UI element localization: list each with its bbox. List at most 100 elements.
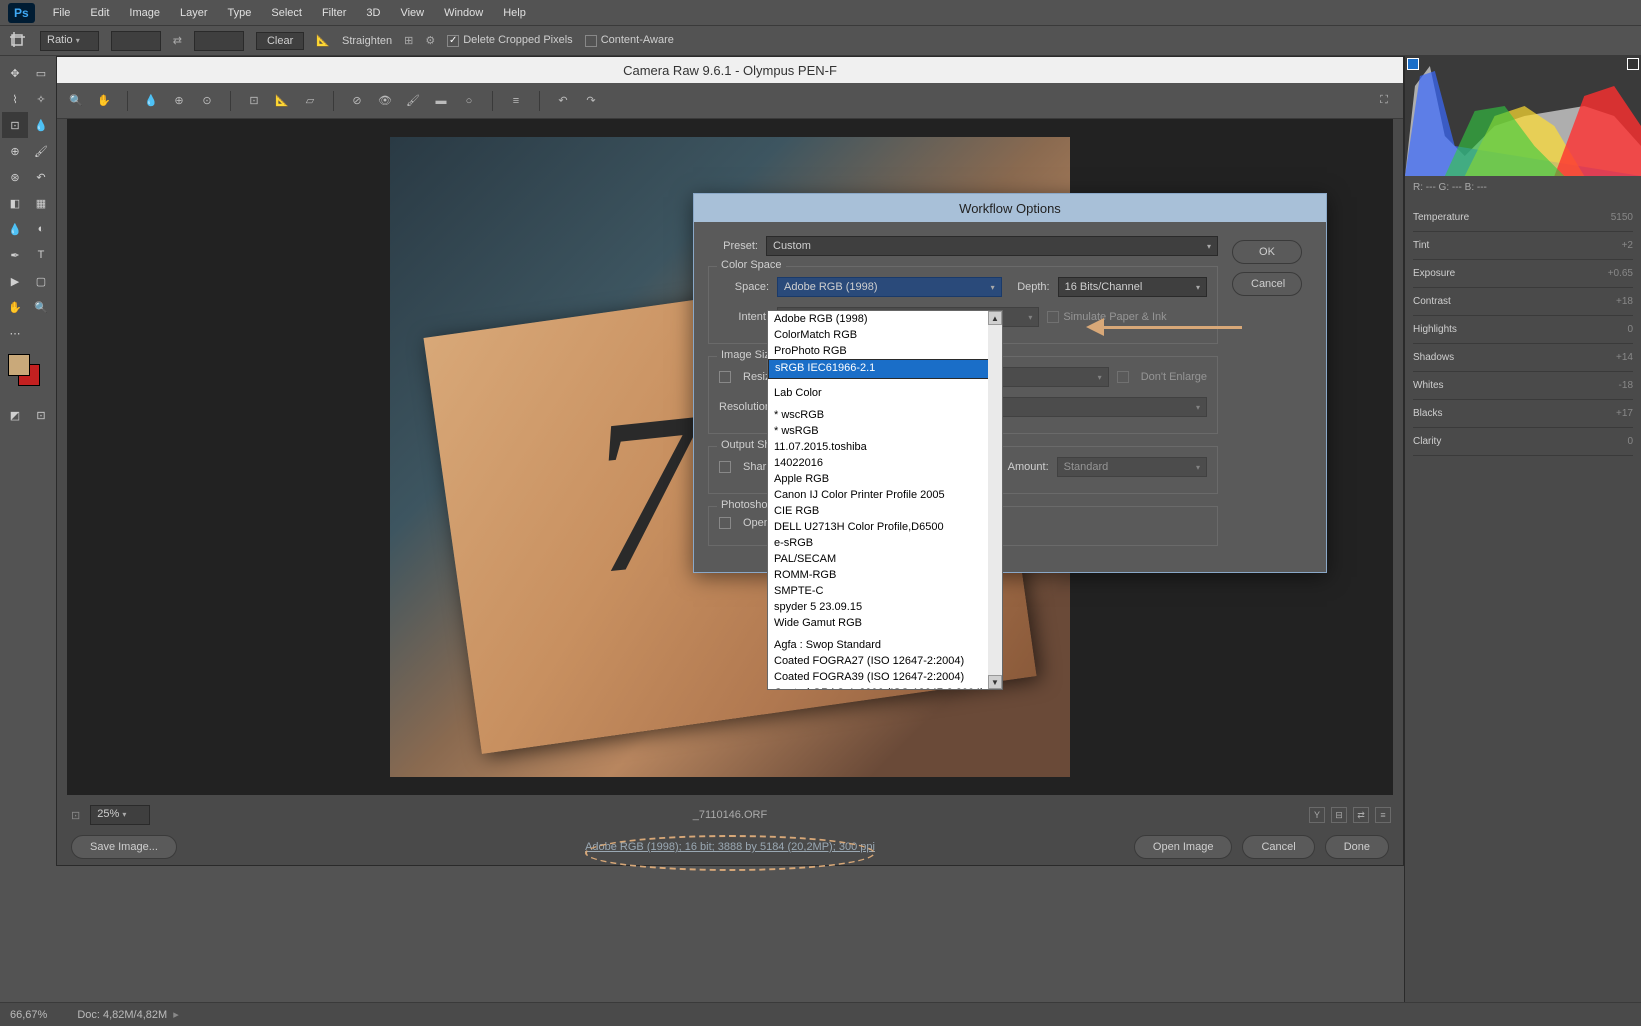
gear-icon[interactable]: ⚙ xyxy=(425,34,435,47)
grid-overlay-icon[interactable]: ⊞ xyxy=(404,34,413,47)
cr-whitebal-icon[interactable]: 💧 xyxy=(142,92,160,110)
status-zoom[interactable]: 66,67% xyxy=(10,1009,47,1021)
cr-adjbrush-icon[interactable]: 🖌 xyxy=(404,92,422,110)
scroll-up-icon[interactable]: ▲ xyxy=(988,311,1002,325)
menu-help[interactable]: Help xyxy=(493,3,536,23)
dd-item[interactable]: Apple RGB xyxy=(768,471,1002,487)
brush-tool[interactable]: 🖌 xyxy=(28,138,54,164)
menu-filter[interactable]: Filter xyxy=(312,3,356,23)
screen-mode-tool[interactable]: ⊡ xyxy=(28,402,54,428)
dd-item[interactable]: Coated FOGRA39 (ISO 12647-2:2004) xyxy=(768,669,1002,685)
done-button[interactable]: Done xyxy=(1325,835,1389,859)
clone-stamp-tool[interactable]: ⊛ xyxy=(2,164,28,190)
open-image-button[interactable]: Open Image xyxy=(1134,835,1233,859)
cr-crop-icon[interactable]: ⊡ xyxy=(245,92,263,110)
scroll-down-icon[interactable]: ▼ xyxy=(988,675,1002,689)
dd-item[interactable]: SMPTE-C xyxy=(768,583,1002,599)
cr-gradfilter-icon[interactable]: ▬ xyxy=(432,92,450,110)
dd-item[interactable]: Adobe RGB (1998) xyxy=(768,311,1002,327)
open-smart-checkbox[interactable] xyxy=(719,517,731,529)
dd-item[interactable]: CIE RGB xyxy=(768,503,1002,519)
dialog-cancel-button[interactable]: Cancel xyxy=(1232,272,1302,296)
slider-row[interactable]: Exposure+0.65 xyxy=(1413,260,1633,288)
edit-toolbar[interactable]: ⋯ xyxy=(2,320,28,346)
color-swatches[interactable] xyxy=(8,354,48,394)
status-chevron-icon[interactable]: ▸ xyxy=(173,1008,179,1021)
menu-layer[interactable]: Layer xyxy=(170,3,218,23)
shape-tool[interactable]: ▢ xyxy=(28,268,54,294)
preset-select[interactable]: Custom xyxy=(766,236,1218,256)
dd-item[interactable]: 11.07.2015.toshiba xyxy=(768,439,1002,455)
slider-row[interactable]: Temperature5150 xyxy=(1413,204,1633,232)
shadow-clip-icon[interactable] xyxy=(1407,58,1419,70)
straighten-icon[interactable]: 📐 xyxy=(316,34,330,47)
cr-ft-split-icon[interactable]: ⊟ xyxy=(1331,807,1347,823)
hand-tool[interactable]: ✋ xyxy=(2,294,28,320)
move-tool[interactable]: ✥ xyxy=(2,60,28,86)
highlight-clip-icon[interactable] xyxy=(1627,58,1639,70)
cr-cancel-button[interactable]: Cancel xyxy=(1242,835,1314,859)
cr-prefs-icon[interactable]: ≡ xyxy=(507,92,525,110)
eraser-tool[interactable]: ◧ xyxy=(2,190,28,216)
slider-row[interactable]: Whites-18 xyxy=(1413,372,1633,400)
dd-item[interactable]: * wsRGB xyxy=(768,423,1002,439)
save-image-button[interactable]: Save Image... xyxy=(71,835,177,859)
ratio-select[interactable]: Ratio xyxy=(40,31,99,51)
blur-tool[interactable]: 💧 xyxy=(2,216,28,242)
space-select[interactable]: Adobe RGB (1998) xyxy=(777,277,1002,297)
quickmask-tool[interactable]: ◩ xyxy=(2,402,28,428)
workflow-link[interactable]: Adobe RGB (1998); 16 bit; 3888 by 5184 (… xyxy=(585,841,875,853)
cr-redeye-icon[interactable]: 👁 xyxy=(376,92,394,110)
cr-radfilter-icon[interactable]: ○ xyxy=(460,92,478,110)
simulate-checkbox[interactable] xyxy=(1047,311,1059,323)
cr-hand-icon[interactable]: ✋ xyxy=(95,92,113,110)
slider-row[interactable]: Tint+2 xyxy=(1413,232,1633,260)
gradient-tool[interactable]: ▦ xyxy=(28,190,54,216)
cr-zoom-icon[interactable]: 🔍 xyxy=(67,92,85,110)
clear-button[interactable]: Clear xyxy=(256,32,304,50)
zoom-tool[interactable]: 🔍 xyxy=(28,294,54,320)
cr-fullscreen-icon[interactable]: ⛶ xyxy=(1375,92,1393,110)
slider-row[interactable]: Highlights0 xyxy=(1413,316,1633,344)
spot-heal-tool[interactable]: ⊕ xyxy=(2,138,28,164)
type-tool[interactable]: T xyxy=(28,242,54,268)
cr-ft-swap-icon[interactable]: ⇄ xyxy=(1353,807,1369,823)
slider-row[interactable]: Shadows+14 xyxy=(1413,344,1633,372)
slider-row[interactable]: Clarity0 xyxy=(1413,428,1633,456)
menu-file[interactable]: File xyxy=(43,3,81,23)
crop-tool[interactable]: ⊡ xyxy=(2,112,28,138)
lasso-tool[interactable]: ⌇ xyxy=(2,86,28,112)
history-brush-tool[interactable]: ↶ xyxy=(28,164,54,190)
dd-item[interactable]: Agfa : Swop Standard xyxy=(768,637,1002,653)
menu-type[interactable]: Type xyxy=(218,3,262,23)
cr-rotatecw-icon[interactable]: ↷ xyxy=(582,92,600,110)
cr-colorsamp-icon[interactable]: ⊕ xyxy=(170,92,188,110)
ratio-w-input[interactable] xyxy=(111,31,161,51)
dd-item[interactable]: DELL U2713H Color Profile,D6500 xyxy=(768,519,1002,535)
menu-edit[interactable]: Edit xyxy=(80,3,119,23)
histogram[interactable] xyxy=(1405,56,1641,176)
eyedropper-tool[interactable]: 💧 xyxy=(28,112,54,138)
content-aware-checkbox[interactable] xyxy=(585,35,597,47)
dont-enlarge-checkbox[interactable] xyxy=(1117,371,1129,383)
dd-item[interactable]: Coated GRACoL 2006 (ISO 12647-2:2004) xyxy=(768,685,1002,690)
dd-item[interactable]: e-sRGB xyxy=(768,535,1002,551)
dd-item[interactable]: ColorMatch RGB xyxy=(768,327,1002,343)
magic-wand-tool[interactable]: ✧ xyxy=(28,86,54,112)
cr-target-icon[interactable]: ⊙ xyxy=(198,92,216,110)
marquee-tool[interactable]: ▭ xyxy=(28,60,54,86)
dd-item[interactable]: ROMM-RGB xyxy=(768,567,1002,583)
path-select-tool[interactable]: ▶ xyxy=(2,268,28,294)
dd-item[interactable]: spyder 5 23.09.15 xyxy=(768,599,1002,615)
zoom-fit-icon[interactable]: ⊡ xyxy=(71,809,80,822)
fg-color-swatch[interactable] xyxy=(8,354,30,376)
dd-item[interactable]: Lab Color xyxy=(768,385,1002,401)
pen-tool[interactable]: ✒ xyxy=(2,242,28,268)
dd-item-selected[interactable]: sRGB IEC61966-2.1 xyxy=(768,359,1002,379)
dropdown-scrollbar[interactable]: ▲ ▼ xyxy=(988,311,1002,689)
cr-transform-icon[interactable]: ▱ xyxy=(301,92,319,110)
menu-window[interactable]: Window xyxy=(434,3,493,23)
swap-icon[interactable]: ⇄ xyxy=(173,34,182,47)
dd-item[interactable]: 14022016 xyxy=(768,455,1002,471)
status-doc[interactable]: Doc: 4,82M/4,82M xyxy=(77,1009,167,1021)
